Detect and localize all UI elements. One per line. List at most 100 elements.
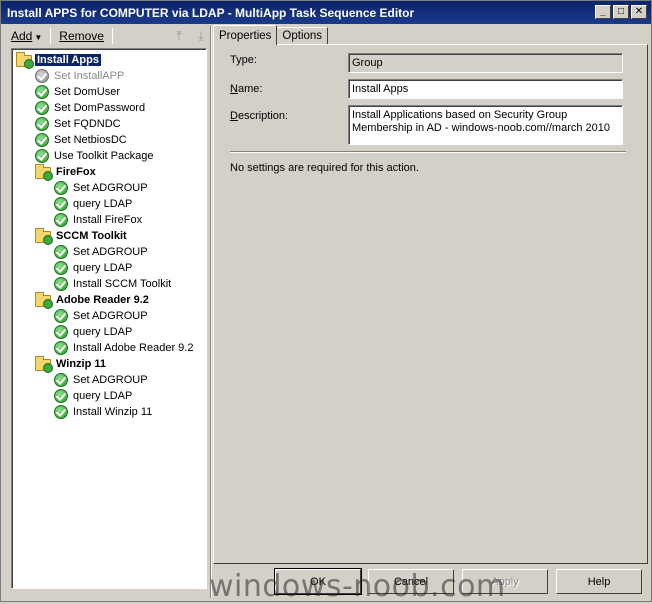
tree-step-item[interactable]: query LDAP: [12, 260, 206, 276]
tree-step-item[interactable]: query LDAP: [12, 388, 206, 404]
description-field[interactable]: Install Applications based on Security G…: [348, 105, 623, 145]
tab-strip: Properties Options: [213, 25, 329, 45]
step-check-icon: [54, 325, 68, 339]
ok-button[interactable]: OK: [274, 568, 362, 595]
no-settings-note: No settings are required for this action…: [230, 162, 419, 174]
close-button[interactable]: ✕: [631, 5, 647, 19]
tree-step-item[interactable]: Install FireFox: [12, 212, 206, 228]
type-field: Group: [348, 53, 623, 73]
tree-step-item[interactable]: Set ADGROUP: [12, 244, 206, 260]
add-menu-button[interactable]: Add ▼: [5, 27, 48, 45]
move-down-icon[interactable]: ⤓: [193, 28, 209, 44]
type-label: Type:: [230, 54, 257, 66]
pane-splitter[interactable]: [210, 26, 212, 598]
title-bar[interactable]: Install APPS for COMPUTER via LDAP - Mul…: [1, 1, 651, 24]
tree-step-item[interactable]: Set DomPassword: [12, 100, 206, 116]
tree-step-item[interactable]: Set InstallAPP: [12, 68, 206, 84]
tree-item-label: Set ADGROUP: [73, 374, 148, 386]
tree-step-item[interactable]: Set ADGROUP: [12, 372, 206, 388]
tree-item-label: query LDAP: [73, 198, 133, 210]
tree-item-label: Set DomPassword: [54, 102, 146, 114]
tree-item-label: Set FQDNDC: [54, 118, 121, 130]
remove-button[interactable]: Remove: [53, 27, 110, 45]
toolbar-divider: [50, 28, 52, 44]
step-check-icon: [54, 245, 68, 259]
folder-icon: [35, 228, 53, 245]
tree-item-label: Install Winzip 11: [73, 406, 153, 418]
tree-group-item[interactable]: Install Apps: [12, 52, 206, 69]
tree-item-label: query LDAP: [73, 390, 133, 402]
tree-step-item[interactable]: Set ADGROUP: [12, 308, 206, 324]
toolbar: Add ▼ Remove ⤒ ⤓: [5, 26, 209, 46]
help-button[interactable]: Help: [556, 569, 642, 594]
maximize-button[interactable]: □: [613, 5, 629, 19]
left-pane: Add ▼ Remove ⤒ ⤓ Install Apps Set InstallA…: [5, 26, 209, 598]
chevron-down-icon: ▼: [34, 33, 43, 42]
tree-item-label: Install Adobe Reader 9.2: [73, 342, 194, 354]
tree-item-label: query LDAP: [73, 326, 133, 338]
step-check-icon: [54, 197, 68, 211]
tab-options[interactable]: Options: [276, 27, 329, 45]
tree-item-label: Set NetbiosDC: [54, 134, 127, 146]
folder-icon: [35, 164, 53, 181]
tab-properties[interactable]: Properties: [213, 25, 278, 45]
name-field[interactable]: Install Apps: [348, 79, 623, 99]
step-check-icon: [54, 405, 68, 419]
step-check-icon: [54, 389, 68, 403]
description-label: Description:: [230, 110, 289, 122]
tree-step-item[interactable]: Install SCCM Toolkit: [12, 276, 206, 292]
tree-step-item[interactable]: Install Adobe Reader 9.2: [12, 340, 206, 356]
tree-item-label: Set ADGROUP: [73, 246, 148, 258]
folder-icon: [16, 52, 34, 69]
properties-panel: Type: Group Name: Install Apps Descripti…: [213, 44, 648, 564]
step-check-icon: [54, 341, 68, 355]
task-sequence-tree[interactable]: Install Apps Set InstallAPP Set DomUser Set…: [11, 48, 207, 589]
tree-step-item[interactable]: Set NetbiosDC: [12, 132, 206, 148]
tree-step-item[interactable]: Set FQDNDC: [12, 116, 206, 132]
window-controls: _ □ ✕: [595, 5, 647, 19]
cancel-button[interactable]: Cancel: [368, 569, 454, 594]
window-title: Install APPS for COMPUTER via LDAP - Mul…: [7, 5, 415, 20]
move-up-icon[interactable]: ⤒: [171, 28, 187, 44]
tree-step-item[interactable]: query LDAP: [12, 196, 206, 212]
step-check-icon: [54, 181, 68, 195]
tree-step-item[interactable]: Set DomUser: [12, 84, 206, 100]
name-label: Name:: [230, 83, 263, 95]
tree-group-item[interactable]: SCCM Toolkit: [12, 228, 206, 245]
step-check-icon: [54, 277, 68, 291]
tree-item-label: Set ADGROUP: [73, 182, 148, 194]
tree-item-label: Install FireFox: [73, 214, 143, 226]
tree-step-item[interactable]: Use Toolkit Package: [12, 148, 206, 164]
step-check-icon: [54, 261, 68, 275]
tree-item-label: query LDAP: [73, 262, 133, 274]
tree-item-label: FireFox: [56, 166, 96, 178]
tree-item-label: Set ADGROUP: [73, 310, 148, 322]
folder-icon: [35, 356, 53, 373]
apply-button[interactable]: Apply: [462, 569, 548, 594]
tree-step-item[interactable]: Install Winzip 11: [12, 404, 206, 420]
add-label: Add: [11, 29, 33, 43]
minimize-button[interactable]: _: [595, 5, 611, 19]
step-check-icon: [54, 213, 68, 227]
step-check-icon: [35, 85, 49, 99]
step-check-icon: [54, 309, 68, 323]
folder-icon: [35, 292, 53, 309]
tree-item-label: Use Toolkit Package: [54, 150, 154, 162]
tree-step-item[interactable]: query LDAP: [12, 324, 206, 340]
step-check-icon: [35, 69, 49, 83]
tree-step-item[interactable]: Set ADGROUP: [12, 180, 206, 196]
step-check-icon: [35, 117, 49, 131]
tree-item-label: Set DomUser: [54, 86, 121, 98]
step-check-icon: [35, 133, 49, 147]
separator: [230, 151, 626, 153]
tree-group-item[interactable]: Winzip 11: [12, 356, 206, 373]
tree-group-item[interactable]: Adobe Reader 9.2: [12, 292, 206, 309]
tree-item-label: Adobe Reader 9.2: [56, 294, 149, 306]
tree-item-label: Set InstallAPP: [54, 70, 125, 82]
tree-item-label: Winzip 11: [56, 358, 107, 370]
tree-group-item[interactable]: FireFox: [12, 164, 206, 181]
task-sequence-editor-window: Install APPS for COMPUTER via LDAP - Mul…: [0, 0, 652, 604]
step-check-icon: [35, 149, 49, 163]
tree-item-label: Install Apps: [35, 54, 101, 66]
tree-item-label: Install SCCM Toolkit: [73, 278, 172, 290]
